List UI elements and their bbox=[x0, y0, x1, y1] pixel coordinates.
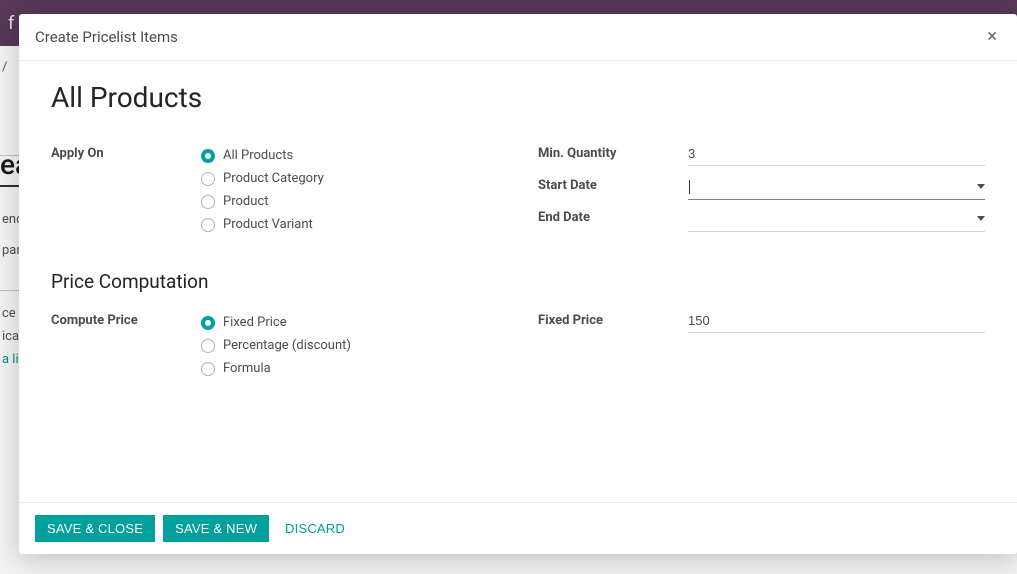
radio-icon bbox=[201, 149, 215, 163]
fixed-price-label: Fixed Price bbox=[538, 309, 688, 328]
radio-label: Product bbox=[223, 194, 268, 209]
start-date-label: Start Date bbox=[538, 174, 688, 193]
radio-label: Product Variant bbox=[223, 217, 313, 232]
min-quantity-label: Min. Quantity bbox=[538, 142, 688, 161]
end-date-label: End Date bbox=[538, 206, 688, 225]
chevron-down-icon[interactable] bbox=[977, 216, 985, 221]
radio-icon bbox=[201, 172, 215, 186]
radio-label: Formula bbox=[223, 361, 271, 376]
fixed-price-input[interactable] bbox=[688, 311, 985, 333]
radio-icon bbox=[201, 362, 215, 376]
radio-icon bbox=[201, 195, 215, 209]
radio-label: Percentage (discount) bbox=[223, 338, 351, 353]
save-and-new-button[interactable]: Save & New bbox=[163, 515, 269, 542]
start-date-input[interactable] bbox=[690, 176, 973, 197]
radio-icon bbox=[201, 339, 215, 353]
price-computation-heading: Price Computation bbox=[51, 270, 985, 293]
radio-label: Product Category bbox=[223, 171, 324, 186]
radio-label: Fixed Price bbox=[223, 315, 287, 330]
apply-on-product-variant[interactable]: Product Variant bbox=[201, 213, 498, 236]
modal-footer: Save & Close Save & New Discard bbox=[19, 502, 1017, 554]
radio-icon bbox=[201, 218, 215, 232]
sheet-title: All Products bbox=[51, 81, 985, 114]
compute-fixed-price[interactable]: Fixed Price bbox=[201, 311, 498, 334]
apply-on-label: Apply On bbox=[51, 142, 201, 161]
modal-title: Create Pricelist Items bbox=[35, 28, 178, 46]
modal-body: All Products Apply On All Products Produ… bbox=[19, 61, 1017, 502]
end-date-field[interactable] bbox=[688, 208, 985, 232]
discard-button[interactable]: Discard bbox=[277, 515, 353, 542]
apply-on-product[interactable]: Product bbox=[201, 190, 498, 213]
compute-percentage[interactable]: Percentage (discount) bbox=[201, 334, 498, 357]
apply-on-product-category[interactable]: Product Category bbox=[201, 167, 498, 190]
min-quantity-input[interactable] bbox=[688, 144, 985, 166]
modal-header: Create Pricelist Items × bbox=[19, 14, 1017, 61]
end-date-input[interactable] bbox=[688, 208, 973, 229]
close-icon[interactable]: × bbox=[983, 26, 1001, 48]
compute-formula[interactable]: Formula bbox=[201, 357, 498, 380]
chevron-down-icon[interactable] bbox=[977, 184, 985, 189]
apply-on-all-products[interactable]: All Products bbox=[201, 144, 498, 167]
start-date-field[interactable] bbox=[688, 176, 985, 200]
save-and-close-button[interactable]: Save & Close bbox=[35, 515, 155, 542]
radio-icon bbox=[201, 316, 215, 330]
radio-label: All Products bbox=[223, 148, 293, 163]
create-pricelist-items-modal: Create Pricelist Items × All Products Ap… bbox=[19, 14, 1017, 554]
compute-price-label: Compute Price bbox=[51, 309, 201, 328]
